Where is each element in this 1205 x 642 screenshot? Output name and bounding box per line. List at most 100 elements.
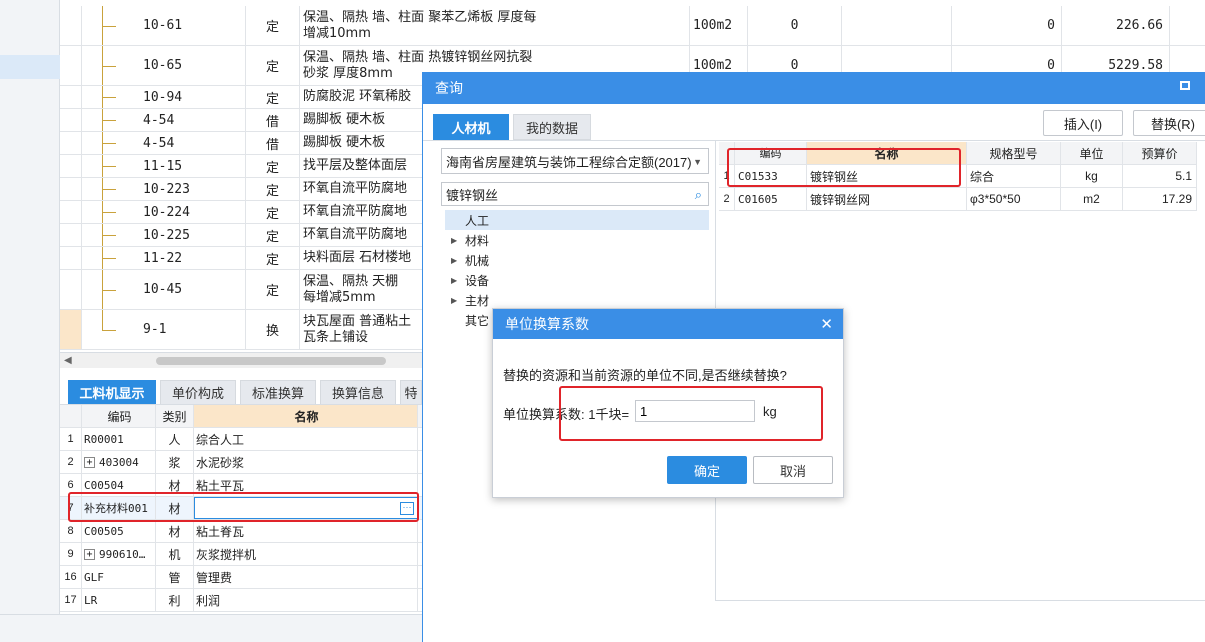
resource-name: 灰浆搅拌机 [194, 543, 418, 565]
tree-item-material[interactable]: ▶ 材料 [445, 230, 709, 250]
table-row[interactable]: 1 R00001 人 综合人工 [60, 428, 422, 451]
highlight-box-editing-row [68, 492, 419, 522]
quota-type: 定 [246, 86, 300, 108]
header-spec: 规格型号 [967, 142, 1061, 164]
quota-type: 定 [246, 155, 300, 177]
quota-code: 4-54 [82, 109, 246, 131]
resource-name: 粘土脊瓦 [194, 520, 418, 542]
quota-code: 10-65 [82, 46, 246, 85]
table-row[interactable]: 17 LR 利 利润 [60, 589, 422, 612]
scroll-left-icon[interactable]: ◀ [64, 355, 72, 366]
header-price: 预算价 [1123, 142, 1197, 164]
chevron-right-icon[interactable]: ▶ [451, 296, 465, 305]
resource-code: +990610… [82, 543, 156, 565]
tab-unit-price-composition[interactable]: 单价构成 [160, 380, 236, 404]
resource-type: 管 [156, 566, 194, 588]
header-name: 名称 [194, 405, 418, 427]
quota-code: 11-15 [82, 155, 246, 177]
search-input-value: 镀锌钢丝 [446, 187, 499, 203]
quota-unit: 100m2 [690, 6, 748, 45]
tab-conversion-info[interactable]: 换算信息 [320, 380, 396, 404]
unit-conversion-dialog: 单位换算系数 ✕ 替换的资源和当前资源的单位不同,是否继续替换? 单位换算系数:… [492, 308, 844, 498]
divider [715, 600, 1205, 601]
tab-special[interactable]: 特 [400, 380, 422, 404]
quota-code: 10-225 [82, 224, 246, 246]
tab-standard-conversion[interactable]: 标准换算 [240, 380, 316, 404]
table-row[interactable]: 2 C01605 镀锌钢丝网 φ3*50*50 m2 17.29 [719, 188, 1197, 211]
chevron-right-icon[interactable]: ▶ [451, 276, 465, 285]
quota-code: 10-61 [82, 6, 246, 45]
result-spec: φ3*50*50 [967, 188, 1061, 210]
row-number: 2 [719, 188, 735, 210]
standard-select[interactable]: 海南省房屋建筑与装饰工程综合定额(2017) ▼ [441, 148, 709, 174]
table-row[interactable]: 8 C00505 材 粘土脊瓦 [60, 520, 422, 543]
quota-type: 定 [246, 178, 300, 200]
chevron-down-icon[interactable]: ▼ [693, 157, 702, 167]
quota-code: 10-224 [82, 201, 246, 223]
horizontal-scrollbar[interactable]: ◀ [60, 352, 422, 368]
quota-type: 定 [246, 270, 300, 309]
quota-total: 0 [952, 6, 1062, 45]
result-price: 5.1 [1123, 165, 1197, 187]
scrollbar-thumb[interactable] [156, 357, 386, 365]
tab-my-data[interactable]: 我的数据 [513, 114, 591, 140]
dialog-titlebar[interactable]: 单位换算系数 ✕ [493, 309, 843, 339]
quota-code: 10-223 [82, 178, 246, 200]
standard-select-value: 海南省房屋建筑与装饰工程综合定额(2017) [446, 154, 692, 170]
quota-name: 保温、隔热 墙、柱面 聚苯乙烯板 厚度每 增减10mm [300, 6, 690, 45]
expand-plus-icon[interactable]: + [84, 548, 95, 560]
replace-button[interactable]: 替换(R) [1133, 110, 1205, 136]
quota-type: 定 [246, 247, 300, 269]
chevron-right-icon[interactable]: ▶ [451, 236, 465, 245]
header-code: 编码 [82, 405, 156, 427]
detail-tabs: 工料机显示 单价构成 标准换算 换算信息 特 [60, 376, 422, 404]
close-icon[interactable]: ✕ [820, 315, 833, 333]
resource-name: 综合人工 [194, 428, 418, 450]
expand-plus-icon[interactable]: + [84, 456, 95, 468]
search-icon[interactable]: ⌕ [695, 187, 702, 203]
maximize-icon[interactable] [1180, 81, 1190, 90]
row-number: 9 [60, 543, 82, 565]
result-spec: 综合 [967, 165, 1061, 187]
quota-type: 借 [246, 132, 300, 154]
resource-type: 机 [156, 543, 194, 565]
ok-button[interactable]: 确定 [667, 456, 747, 484]
resource-name: 管理费 [194, 566, 418, 588]
insert-button[interactable]: 插入(I) [1043, 110, 1123, 136]
divider [423, 140, 1205, 141]
quota-code: 10-45 [82, 270, 246, 309]
tab-labor-material-display[interactable]: 工料机显示 [68, 380, 156, 404]
resource-code: C00505 [82, 520, 156, 542]
tree-item-labor[interactable]: 人工 [445, 210, 709, 230]
quota-type: 换 [246, 310, 300, 349]
chevron-right-icon[interactable]: ▶ [451, 256, 465, 265]
tree-item-main-material[interactable]: ▶ 主材 [445, 290, 709, 310]
resource-code: +403004 [82, 451, 156, 473]
dialog-title: 单位换算系数 [505, 316, 589, 332]
search-input[interactable]: 镀锌钢丝 ⌕ [441, 182, 709, 206]
table-row[interactable]: 2 +403004 浆 水泥砂浆 [60, 451, 422, 474]
row-number: 16 [60, 566, 82, 588]
resource-code: R00001 [82, 428, 156, 450]
cancel-button[interactable]: 取消 [753, 456, 833, 484]
row-number: 8 [60, 520, 82, 542]
tab-labor-material-machine[interactable]: 人材机 [433, 114, 509, 140]
left-nav-selected-item[interactable] [0, 55, 60, 79]
header-unit: 单位 [1061, 142, 1123, 164]
result-unit: kg [1061, 165, 1123, 187]
row-number: 17 [60, 589, 82, 611]
query-window-titlebar[interactable]: 查询 [423, 72, 1205, 104]
resource-type: 人 [156, 428, 194, 450]
table-row[interactable]: 16 GLF 管 管理费 [60, 566, 422, 589]
table-row[interactable]: 9 +990610… 机 灰浆搅拌机 [60, 543, 422, 566]
highlight-box-result [727, 148, 961, 187]
quota-type: 定 [246, 46, 300, 85]
tree-item-machine[interactable]: ▶ 机械 [445, 250, 709, 270]
resource-type: 材 [156, 520, 194, 542]
result-code: C01605 [735, 188, 807, 210]
status-bar [0, 614, 422, 642]
quota-row[interactable]: 10-61 定 保温、隔热 墙、柱面 聚苯乙烯板 厚度每 增减10mm 100m2… [60, 6, 1205, 46]
tree-item-equipment[interactable]: ▶ 设备 [445, 270, 709, 290]
resource-name: 水泥砂浆 [194, 451, 418, 473]
resource-code: GLF [82, 566, 156, 588]
